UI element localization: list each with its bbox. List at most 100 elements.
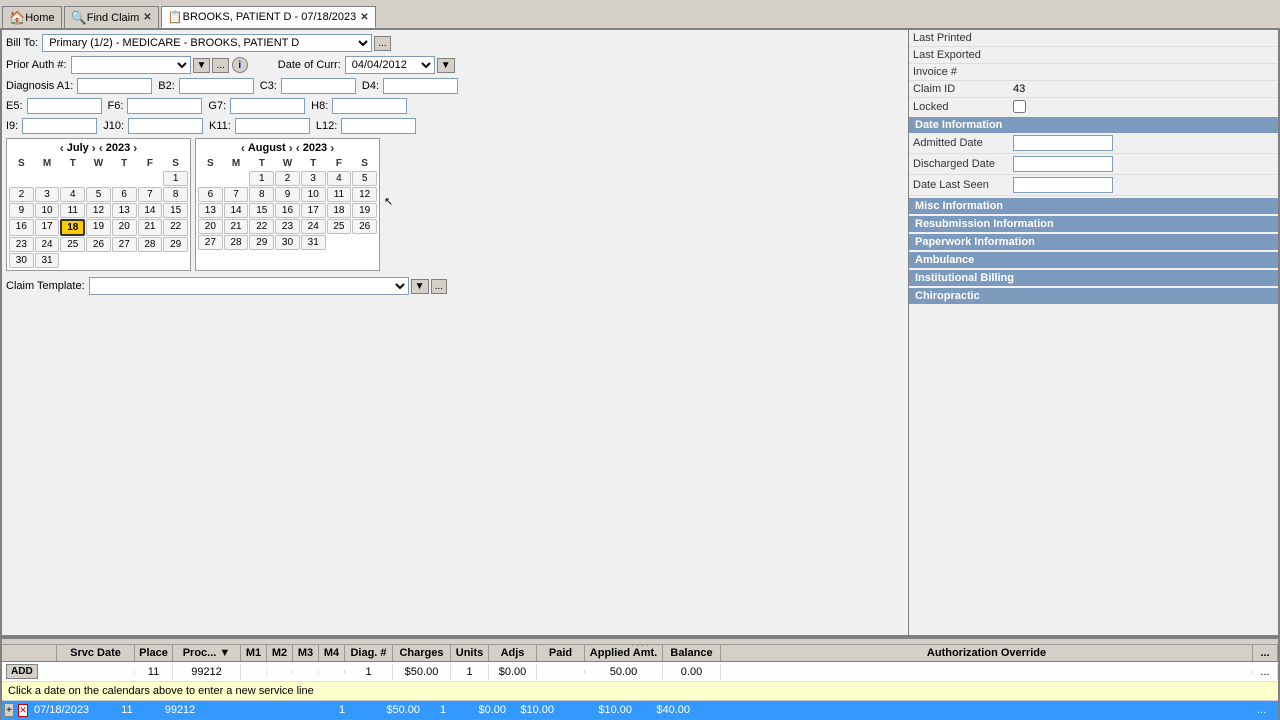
cal-day-16[interactable]: 16 xyxy=(275,203,300,218)
july-prev-btn[interactable]: ‹ xyxy=(60,141,64,155)
diag-f6-input[interactable] xyxy=(127,98,202,114)
col-header-proc[interactable]: Proc... ▼ xyxy=(173,645,241,661)
cal-day-31[interactable]: 31 xyxy=(301,235,326,250)
cal-day-3[interactable]: 3 xyxy=(301,171,326,186)
cal-day-22[interactable]: 22 xyxy=(163,219,188,236)
col-header-diag[interactable]: Diag. # xyxy=(345,645,393,661)
cal-day-4[interactable]: 4 xyxy=(60,187,85,202)
col-header-m2[interactable]: M2 xyxy=(267,645,293,661)
prior-auth-dropdown[interactable]: ▼ xyxy=(193,58,211,73)
col-header-adjs[interactable]: Adjs xyxy=(489,645,537,661)
cal-day-30[interactable]: 30 xyxy=(9,253,34,268)
aug-next-month-btn[interactable]: › xyxy=(289,141,293,155)
tab-patient[interactable]: 📋 BROOKS, PATIENT D - 07/18/2023 ✕ xyxy=(161,6,376,28)
cal-day-13[interactable]: 13 xyxy=(112,203,137,218)
diag-e5-input[interactable] xyxy=(27,98,102,114)
cal-day-9[interactable]: 9 xyxy=(275,187,300,202)
diag-j10-input[interactable] xyxy=(128,118,203,134)
section-paperwork[interactable]: Paperwork Information xyxy=(909,234,1278,250)
diag-a1-input[interactable]: F34.1 xyxy=(77,78,152,94)
aug-next-year-btn[interactable]: › xyxy=(330,141,334,155)
discharged-date-input[interactable] xyxy=(1013,156,1113,172)
template-more-btn[interactable]: ... xyxy=(431,279,447,294)
expand-icon[interactable]: + xyxy=(4,703,14,717)
cal-day-22[interactable]: 22 xyxy=(249,219,274,234)
cal-day-27[interactable]: 27 xyxy=(198,235,223,250)
cal-day-15[interactable]: 15 xyxy=(249,203,274,218)
cal-day-2[interactable]: 2 xyxy=(275,171,300,186)
cal-day-28[interactable]: 28 xyxy=(138,237,163,252)
tab-find-claim[interactable]: 🔍 Find Claim ✕ xyxy=(64,6,159,28)
cal-day-10[interactable]: 10 xyxy=(301,187,326,202)
row-delete-btn[interactable]: ✕ xyxy=(16,702,30,719)
cal-day-24[interactable]: 24 xyxy=(35,237,60,252)
tab-find-claim-close[interactable]: ✕ xyxy=(143,12,151,23)
col-header-place[interactable]: Place xyxy=(135,645,173,661)
diag-c3-input[interactable] xyxy=(281,78,356,94)
cal-day-9[interactable]: 9 xyxy=(9,203,34,218)
diag-h8-input[interactable] xyxy=(332,98,407,114)
cal-day-18[interactable]: 18 xyxy=(327,203,352,218)
col-header-m3[interactable]: M3 xyxy=(293,645,319,661)
cal-day-6[interactable]: 6 xyxy=(112,187,137,202)
july-prev-year-btn[interactable]: ‹ xyxy=(99,141,103,155)
diag-g7-input[interactable] xyxy=(230,98,305,114)
cal-day-13[interactable]: 13 xyxy=(198,203,223,218)
info-button[interactable]: i xyxy=(232,57,248,73)
admitted-date-input[interactable] xyxy=(1013,135,1113,151)
diag-l12-input[interactable] xyxy=(341,118,416,134)
cal-day-4[interactable]: 4 xyxy=(327,171,352,186)
diag-b2-input[interactable] xyxy=(179,78,254,94)
cal-day-28[interactable]: 28 xyxy=(224,235,249,250)
add-service-btn[interactable]: ADD xyxy=(6,664,38,679)
claim-template-select[interactable] xyxy=(89,277,409,295)
cal-day-19[interactable]: 19 xyxy=(352,203,377,218)
cal-day-12[interactable]: 12 xyxy=(86,203,111,218)
cal-day-18[interactable]: 18 xyxy=(60,219,85,236)
col-header-charges[interactable]: Charges xyxy=(393,645,451,661)
cal-day-26[interactable]: 26 xyxy=(86,237,111,252)
cal-day-12[interactable]: 12 xyxy=(352,187,377,202)
section-resubmission[interactable]: Resubmission Information xyxy=(909,216,1278,232)
july-next-year-btn[interactable]: › xyxy=(133,141,137,155)
cal-day-14[interactable]: 14 xyxy=(224,203,249,218)
cal-day-23[interactable]: 23 xyxy=(9,237,34,252)
col-header-srvc-date[interactable]: Srvc Date xyxy=(57,645,135,661)
section-ambulance[interactable]: Ambulance xyxy=(909,252,1278,268)
cal-day-2[interactable]: 2 xyxy=(9,187,34,202)
cal-day-26[interactable]: 26 xyxy=(352,219,377,234)
delete-icon[interactable]: ✕ xyxy=(18,704,28,717)
cal-day-21[interactable]: 21 xyxy=(224,219,249,234)
cal-day-29[interactable]: 29 xyxy=(249,235,274,250)
cal-day-17[interactable]: 17 xyxy=(35,219,60,236)
date-curr-select[interactable]: 04/04/2012 xyxy=(345,56,435,74)
cal-day-6[interactable]: 6 xyxy=(198,187,223,202)
col-header-more[interactable]: ... xyxy=(1253,645,1278,661)
tab-home[interactable]: 🏠 Home xyxy=(2,6,62,28)
locked-checkbox[interactable] xyxy=(1013,100,1026,113)
cal-day-20[interactable]: 20 xyxy=(112,219,137,236)
july-next-month-btn[interactable]: › xyxy=(92,141,96,155)
diag-k11-input[interactable] xyxy=(235,118,310,134)
col-header-balance[interactable]: Balance xyxy=(663,645,721,661)
cal-day-17[interactable]: 17 xyxy=(301,203,326,218)
cal-day-27[interactable]: 27 xyxy=(112,237,137,252)
col-header-units[interactable]: Units xyxy=(451,645,489,661)
cal-day-10[interactable]: 10 xyxy=(35,203,60,218)
cal-day-8[interactable]: 8 xyxy=(163,187,188,202)
cal-day-7[interactable]: 7 xyxy=(138,187,163,202)
cal-day-1[interactable]: 1 xyxy=(163,171,188,186)
cal-day-5[interactable]: 5 xyxy=(352,171,377,186)
cal-day-3[interactable]: 3 xyxy=(35,187,60,202)
cal-day-30[interactable]: 30 xyxy=(275,235,300,250)
cal-day-8[interactable]: 8 xyxy=(249,187,274,202)
prior-auth-more[interactable]: ... xyxy=(212,58,228,73)
cal-day-19[interactable]: 19 xyxy=(86,219,111,236)
date-curr-dropdown[interactable]: ▼ xyxy=(437,58,455,73)
cal-day-23[interactable]: 23 xyxy=(275,219,300,234)
section-misc[interactable]: Misc Information xyxy=(909,198,1278,214)
cal-day-25[interactable]: 25 xyxy=(60,237,85,252)
selected-row[interactable]: + ✕ 07/18/2023 11 99212 1 $50.00 1 $0.00… xyxy=(2,701,1278,720)
cal-day-14[interactable]: 14 xyxy=(138,203,163,218)
bill-to-select[interactable]: Primary (1/2) - MEDICARE - BROOKS, PATIE… xyxy=(42,34,372,52)
